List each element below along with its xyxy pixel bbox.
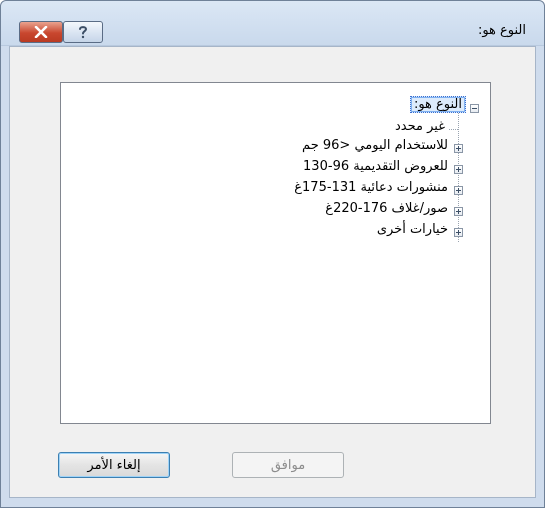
expand-icon[interactable] [454, 207, 463, 216]
tree-root-label[interactable]: النوع هو: [409, 96, 466, 113]
cancel-button[interactable]: إلغاء الأمر [58, 452, 170, 478]
expand-icon[interactable] [454, 165, 463, 174]
tree-item-other[interactable]: خيارات أخرى [377, 222, 448, 237]
dialog-window: النوع هو: النوع هو: غير محدد للاستخدام ا… [0, 0, 545, 508]
tree-item-everyday[interactable]: للاستخدام اليومي <96 جم [302, 138, 448, 153]
tree-item-photo-cover[interactable]: صور/غلاف 176-220غ [325, 201, 448, 216]
help-icon [79, 26, 88, 39]
close-button[interactable] [19, 21, 63, 43]
dialog-body: النوع هو: غير محدد للاستخدام اليومي <96 … [9, 46, 536, 498]
collapse-icon[interactable] [470, 104, 479, 113]
paper-type-tree[interactable]: النوع هو: غير محدد للاستخدام اليومي <96 … [60, 82, 491, 424]
tree-item-unspecified[interactable]: غير محدد [395, 119, 445, 134]
close-icon [34, 26, 48, 38]
tree-item-brochure[interactable]: منشورات دعائية 131-175غ [294, 180, 448, 195]
expand-icon[interactable] [454, 144, 463, 153]
tree-connector [449, 129, 458, 130]
title-bar: النوع هو: [1, 1, 544, 46]
tree-item-presentation[interactable]: للعروض التقديمية 96-130 [303, 159, 448, 174]
expand-icon[interactable] [454, 186, 463, 195]
expand-icon[interactable] [454, 228, 463, 237]
ok-button[interactable]: موافق [232, 452, 344, 478]
help-button[interactable] [63, 21, 103, 43]
window-title: النوع هو: [477, 23, 526, 38]
